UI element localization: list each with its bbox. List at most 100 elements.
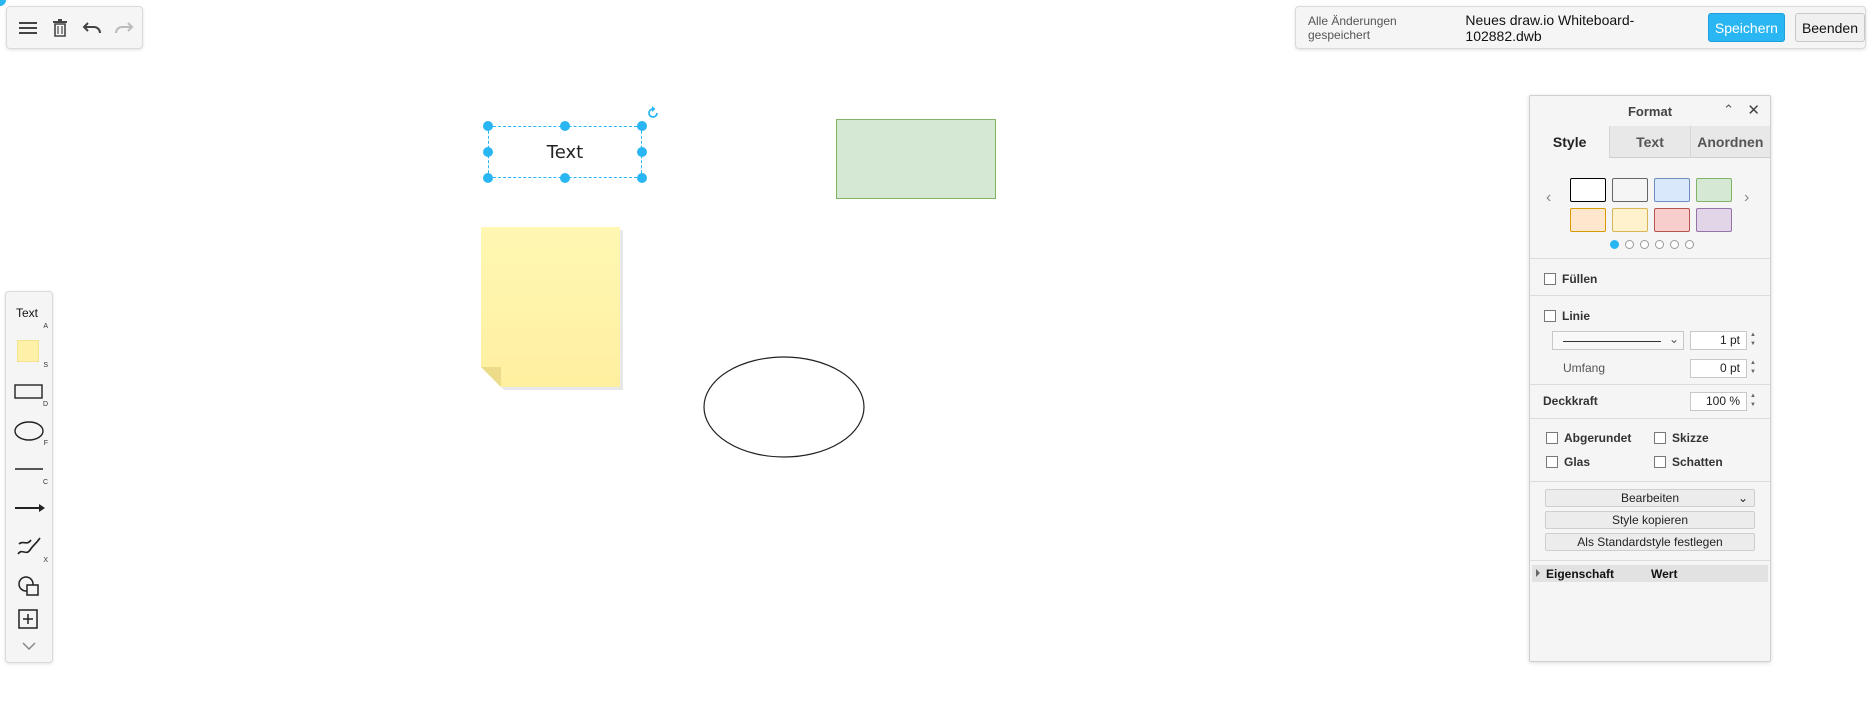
line-style-preview — [1563, 341, 1661, 342]
sketch-checkbox[interactable] — [1654, 431, 1666, 444]
opacity-input[interactable]: 100 % — [1690, 392, 1747, 411]
rotate-handle-icon[interactable] — [646, 106, 660, 120]
ellipse-tool-shortcut: F — [43, 440, 48, 447]
rectangle-tool-shortcut: D — [42, 401, 48, 408]
exit-button[interactable]: Beenden — [1794, 13, 1865, 42]
sticky-note-shape[interactable] — [481, 227, 623, 390]
resize-handle-w[interactable] — [483, 147, 493, 157]
swatch-page-dot[interactable] — [1640, 240, 1649, 249]
format-panel: Format ⌃ ✕ Style Text Anordnen ‹ › Fülle… — [1529, 95, 1771, 662]
opacity-label: Deckkraft — [1543, 394, 1598, 408]
resize-handle-n[interactable] — [560, 121, 570, 131]
collapse-icon[interactable]: ⌃ — [1723, 102, 1734, 118]
tab-text[interactable]: Text — [1609, 126, 1690, 158]
line-icon — [15, 468, 43, 470]
swatch-page-dot[interactable] — [1610, 240, 1619, 249]
resize-handle-e[interactable] — [637, 147, 647, 157]
top-right-bar: Alle Änderungen gespeichert Neues draw.i… — [1295, 6, 1866, 49]
chevron-down-icon: ⌄ — [1668, 332, 1679, 346]
ellipse-shape[interactable] — [702, 355, 866, 459]
menu-icon[interactable] — [17, 17, 39, 39]
style-swatch[interactable] — [1696, 178, 1732, 202]
glass-checkbox[interactable] — [1546, 455, 1558, 468]
shape-toolbar: Text A S D F C X — [5, 291, 53, 663]
close-icon[interactable]: ✕ — [1747, 101, 1760, 119]
copy-style-button[interactable]: Style kopieren — [1545, 511, 1755, 529]
sticky-note-icon — [17, 340, 39, 362]
perimeter-spinner[interactable]: ▲ ▼ — [1748, 359, 1758, 378]
save-status: Alle Änderungen gespeichert — [1308, 13, 1397, 42]
corner-accent — [0, 0, 6, 6]
sketch-label: Skizze — [1672, 430, 1709, 445]
ellipse-tool[interactable]: F — [6, 411, 52, 447]
set-default-style-button[interactable]: Als Standardstyle festlegen — [1545, 533, 1755, 551]
arrow-icon — [15, 504, 45, 512]
fill-checkbox[interactable] — [1544, 272, 1556, 285]
divider — [1530, 418, 1770, 419]
selected-text-shape[interactable]: Text — [488, 126, 642, 178]
fill-label: Füllen — [1562, 271, 1598, 286]
line-tool-shortcut: C — [42, 479, 48, 486]
chevron-down-icon — [22, 642, 36, 650]
chevron-right-icon[interactable]: › — [1744, 189, 1749, 207]
arrow-tool[interactable] — [6, 489, 52, 525]
trash-icon[interactable] — [49, 17, 71, 39]
tab-style[interactable]: Style — [1530, 126, 1610, 158]
line-style-select[interactable]: ⌄ — [1552, 331, 1684, 350]
line-width-input[interactable]: 1 pt — [1690, 331, 1747, 350]
style-swatch[interactable] — [1696, 208, 1732, 232]
sticky-note-tool[interactable]: S — [6, 333, 52, 369]
rounded-label: Abgerundet — [1564, 430, 1632, 445]
rectangle-tool[interactable]: D — [6, 372, 52, 408]
resize-handle-sw[interactable] — [483, 173, 493, 183]
format-panel-header: Format ⌃ ✕ — [1530, 96, 1770, 124]
style-swatch[interactable] — [1654, 178, 1690, 202]
shapes-tool[interactable] — [6, 567, 52, 603]
swatch-page-dot[interactable] — [1655, 240, 1664, 249]
text-tool[interactable]: Text A — [6, 294, 52, 330]
properties-table-header: Eigenschaft Wert — [1532, 565, 1768, 582]
chevron-left-icon[interactable]: ‹ — [1546, 189, 1551, 207]
property-column-header: Eigenschaft — [1546, 567, 1615, 581]
edit-label: Bearbeiten — [1620, 491, 1680, 505]
style-swatch[interactable] — [1570, 208, 1606, 232]
tab-arrange[interactable]: Anordnen — [1689, 126, 1770, 158]
green-rectangle-shape[interactable] — [836, 119, 996, 199]
text-tool-shortcut: A — [43, 323, 48, 330]
redo-icon[interactable] — [113, 17, 135, 39]
resize-handle-s[interactable] — [560, 173, 570, 183]
shapes-icon — [18, 576, 39, 596]
resize-handle-ne[interactable] — [637, 121, 647, 131]
rounded-checkbox[interactable] — [1546, 431, 1558, 444]
line-row: Linie — [1544, 308, 1784, 323]
value-column-header: Wert — [1651, 567, 1678, 581]
divider — [1530, 258, 1770, 259]
edit-dropdown-button[interactable]: Bearbeiten ⌄ — [1545, 489, 1755, 507]
more-tools[interactable] — [6, 632, 52, 662]
swatch-page-dot[interactable] — [1685, 240, 1694, 249]
freehand-tool[interactable]: X — [6, 528, 52, 564]
chevron-down-icon: ⌄ — [1737, 491, 1748, 505]
line-tool[interactable]: C — [6, 450, 52, 486]
style-swatch[interactable] — [1612, 208, 1648, 232]
style-swatch[interactable] — [1612, 178, 1648, 202]
file-title[interactable]: Neues draw.io Whiteboard-102882.dwb — [1465, 12, 1699, 44]
style-swatch[interactable] — [1654, 208, 1690, 232]
undo-icon[interactable] — [81, 17, 103, 39]
ellipse-icon — [14, 421, 44, 441]
line-width-spinner[interactable]: ▲ ▼ — [1748, 331, 1758, 350]
expand-triangle-icon[interactable] — [1536, 569, 1540, 577]
glass-label: Glas — [1564, 454, 1591, 469]
swatch-page-dot[interactable] — [1625, 240, 1634, 249]
line-checkbox[interactable] — [1544, 309, 1556, 322]
opacity-spinner[interactable]: ▲ ▼ — [1748, 392, 1758, 411]
save-button[interactable]: Speichern — [1707, 13, 1785, 42]
style-swatch[interactable] — [1570, 178, 1606, 202]
shadow-row: Schatten — [1654, 454, 1870, 469]
perimeter-input[interactable]: 0 pt — [1690, 359, 1747, 378]
swatch-page-dot[interactable] — [1670, 240, 1679, 249]
fill-row: Füllen — [1544, 271, 1784, 286]
resize-handle-se[interactable] — [637, 173, 647, 183]
resize-handle-nw[interactable] — [483, 121, 493, 131]
shadow-checkbox[interactable] — [1654, 455, 1666, 468]
